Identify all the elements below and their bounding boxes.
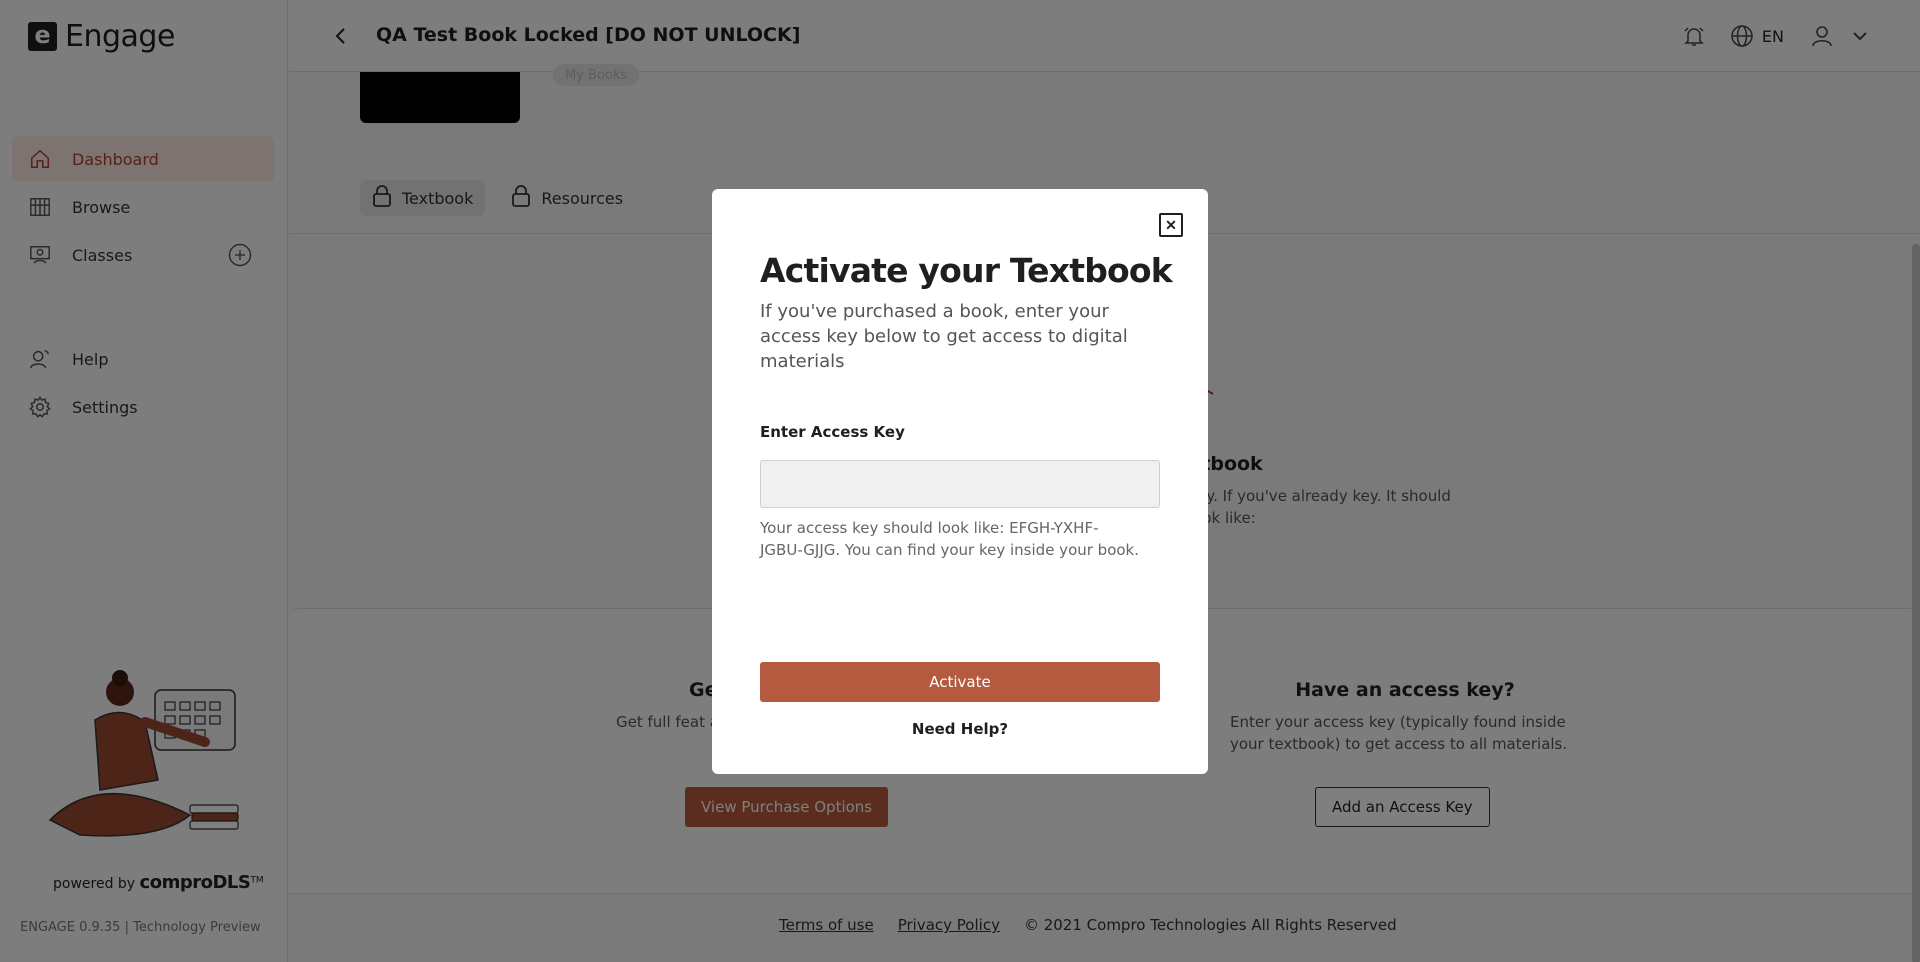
activate-textbook-dialog: ✕ Activate your Textbook If you've purch… [712,189,1208,774]
need-help-link[interactable]: Need Help? [760,720,1160,738]
access-key-input[interactable] [760,460,1160,508]
dialog-subtitle: If you've purchased a book, enter your a… [760,301,1128,372]
access-key-label: Enter Access Key [760,423,905,441]
dialog-title: Activate your Textbook [760,251,1173,290]
access-key-hint: Your access key should look like: EFGH-Y… [760,519,1140,559]
activate-button[interactable]: Activate [760,662,1160,702]
app-root: e Engage Dashboard Browse Classes [0,0,1920,962]
close-icon[interactable]: ✕ [1159,213,1183,237]
